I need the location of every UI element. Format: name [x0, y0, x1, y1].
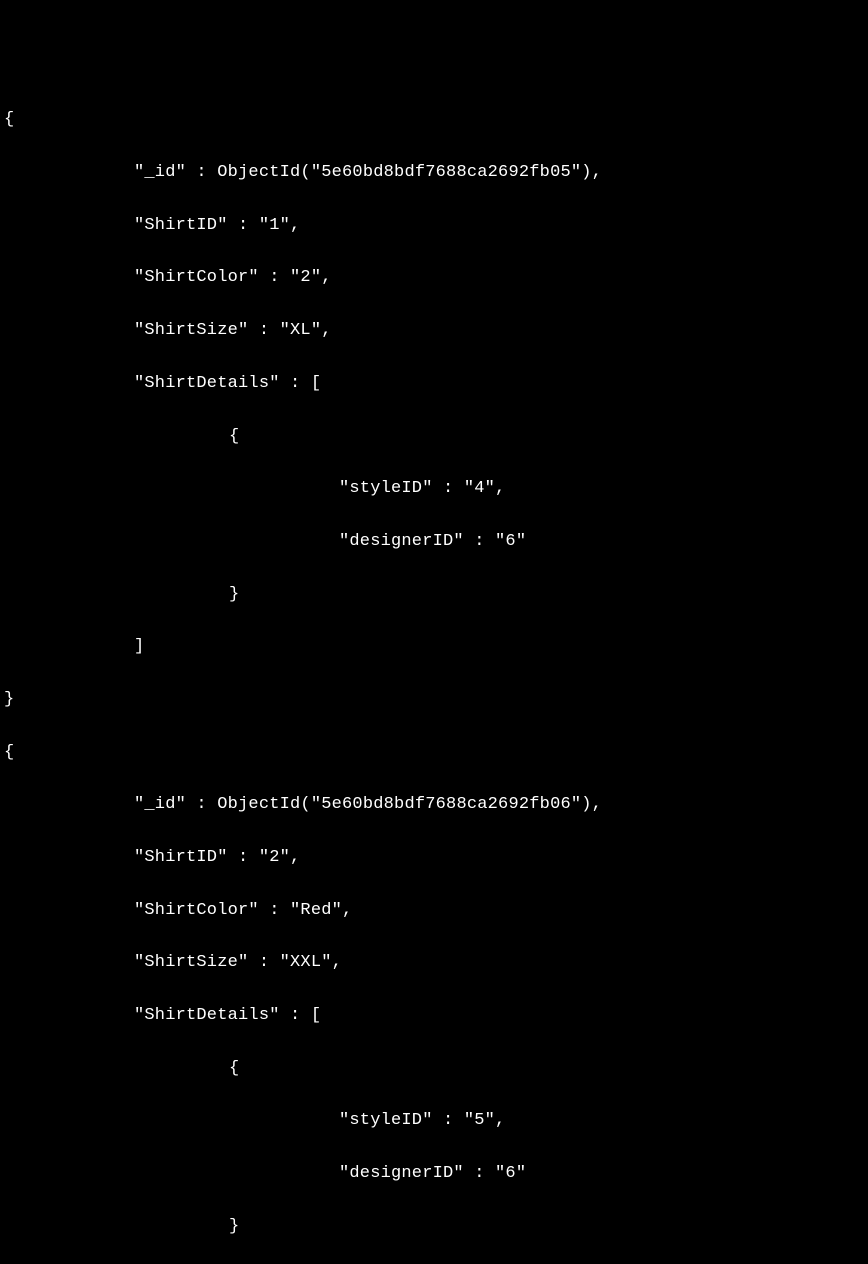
code-line: { [4, 107, 864, 133]
code-line: "ShirtColor" : "2", [4, 265, 864, 291]
code-line: } [4, 687, 864, 713]
code-line: ] [4, 634, 864, 660]
code-line: { [4, 1056, 864, 1082]
code-line: "designerID" : "6" [4, 529, 864, 555]
code-line: "_id" : ObjectId("5e60bd8bdf7688ca2692fb… [4, 160, 864, 186]
code-line: "ShirtID" : "2", [4, 845, 864, 871]
code-line: "ShirtSize" : "XXL", [4, 950, 864, 976]
code-line: { [4, 424, 864, 450]
code-line: } [4, 1214, 864, 1240]
code-line: "ShirtID" : "1", [4, 213, 864, 239]
code-line: "styleID" : "4", [4, 476, 864, 502]
code-line: "ShirtColor" : "Red", [4, 898, 864, 924]
code-line: "ShirtSize" : "XL", [4, 318, 864, 344]
code-line: "styleID" : "5", [4, 1108, 864, 1134]
code-line: "ShirtDetails" : [ [4, 1003, 864, 1029]
code-line: "designerID" : "6" [4, 1161, 864, 1187]
code-line: "_id" : ObjectId("5e60bd8bdf7688ca2692fb… [4, 792, 864, 818]
code-line: { [4, 740, 864, 766]
code-line: } [4, 582, 864, 608]
code-line: "ShirtDetails" : [ [4, 371, 864, 397]
